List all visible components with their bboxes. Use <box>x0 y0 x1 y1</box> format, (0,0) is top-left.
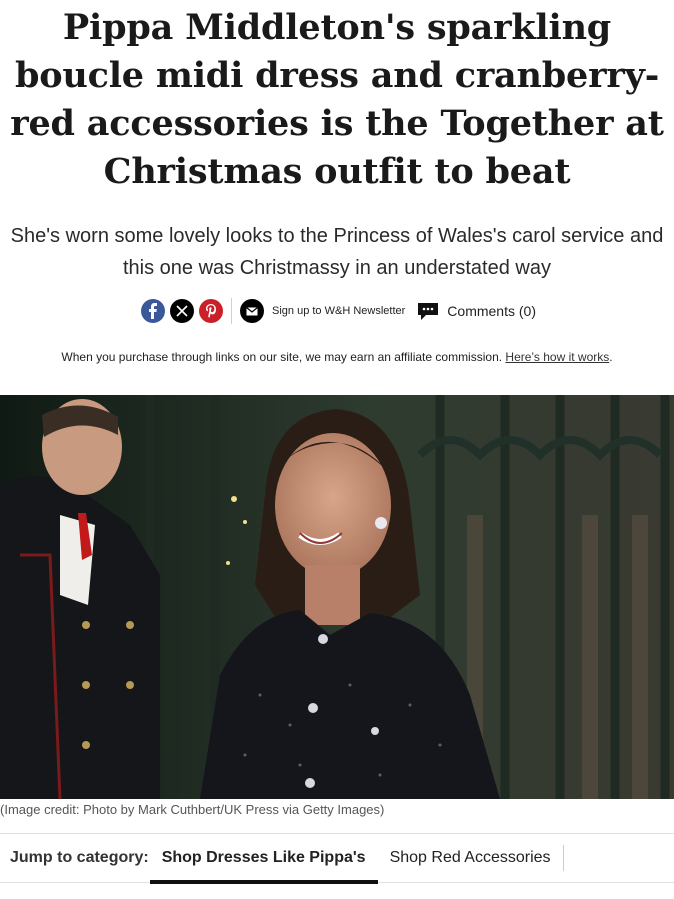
x-icon <box>175 305 188 317</box>
affiliate-disclaimer: When you purchase through links on our s… <box>0 350 674 364</box>
share-divider <box>231 298 233 324</box>
hero-photo-illustration <box>0 395 674 799</box>
newsletter-signup-link[interactable]: Sign up to W&H Newsletter <box>240 299 405 323</box>
image-caption: (Image credit: Photo by Mark Cuthbert/UK… <box>0 802 385 817</box>
envelope-icon <box>240 299 265 323</box>
comments-link[interactable]: Comments (0) <box>417 301 536 321</box>
jump-to-category-bar: Jump to category: Shop Dresses Like Pipp… <box>0 833 674 884</box>
newsletter-label: Sign up to W&H Newsletter <box>272 305 406 317</box>
comments-label: Comments (0) <box>447 303 536 319</box>
affiliate-text: When you purchase through links on our s… <box>61 350 503 364</box>
x-share-button[interactable] <box>169 299 194 323</box>
facebook-share-button[interactable] <box>140 299 165 323</box>
tab-shop-red-accessories[interactable]: Shop Red Accessories <box>378 845 564 871</box>
jump-label: Jump to category: <box>10 849 149 866</box>
affiliate-how-it-works-link[interactable]: Here’s how it works <box>505 350 609 364</box>
facebook-icon <box>148 303 157 319</box>
share-bar: Sign up to W&H Newsletter Comments (0) <box>0 296 674 326</box>
comment-bubble-icon <box>417 301 439 321</box>
tab-shop-dresses[interactable]: Shop Dresses Like Pippa's <box>149 833 378 884</box>
pinterest-icon <box>205 304 216 318</box>
article-standfirst: She's worn some lovely looks to the Prin… <box>10 225 664 279</box>
affiliate-suffix: . <box>609 350 613 364</box>
article-headline: Pippa Middleton's sparkling boucle midi … <box>10 7 664 192</box>
pinterest-share-button[interactable] <box>198 299 223 323</box>
hero-image <box>0 395 674 799</box>
